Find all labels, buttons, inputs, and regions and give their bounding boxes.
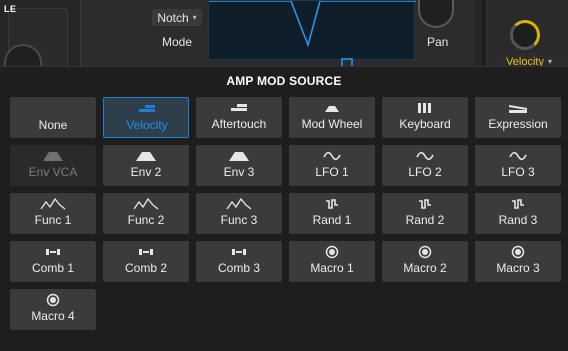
synth-panel-background: LE Notch ▾ Mode Pan Velocity ▾ (0, 0, 568, 82)
mod-wheel-icon (289, 101, 375, 115)
combinator-icon (10, 245, 96, 259)
random-step-icon (382, 197, 468, 211)
source-button-label: Comb 1 (31, 261, 75, 275)
source-button-label: Env VCA (28, 165, 78, 179)
source-button-expression[interactable]: Expression (475, 97, 561, 138)
source-button-label: Expression (488, 117, 548, 131)
source-button-label: LFO 1 (315, 165, 349, 179)
envelope-icon (10, 149, 96, 163)
source-button-velocity[interactable]: Velocity (103, 97, 189, 138)
source-button-lfo-3[interactable]: LFO 3 (475, 145, 561, 186)
expression-pedal-icon (475, 101, 561, 115)
source-button-env-3[interactable]: Env 3 (196, 145, 282, 186)
source-button-aftertouch[interactable]: Aftertouch (196, 97, 282, 138)
source-button-comb-3[interactable]: Comb 3 (196, 241, 282, 282)
combinator-icon (196, 245, 282, 259)
mode-label: Mode (162, 35, 193, 49)
source-button-label: Func 1 (34, 213, 72, 227)
source-button-label: None (38, 118, 68, 132)
envelope-icon (103, 149, 189, 163)
source-button-label: Macro 2 (403, 261, 447, 275)
macro-knob-icon (382, 245, 468, 259)
pan-label: Pan (427, 35, 449, 49)
source-button-label: LFO 2 (408, 165, 442, 179)
source-button-comb-2[interactable]: Comb 2 (103, 241, 189, 282)
source-button-lfo-1[interactable]: LFO 1 (289, 145, 375, 186)
combinator-icon (103, 245, 189, 259)
macro-knob-icon (289, 245, 375, 259)
velocity-icon (104, 102, 190, 116)
source-button-macro-2[interactable]: Macro 2 (382, 241, 468, 282)
function-curve-icon (103, 197, 189, 211)
filter-response-display (208, 0, 416, 60)
function-curve-icon (10, 197, 96, 211)
source-button-rand-3[interactable]: Rand 3 (475, 193, 561, 234)
source-button-func-1[interactable]: Func 1 (10, 193, 96, 234)
source-button-keyboard[interactable]: Keyboard (382, 97, 468, 138)
function-curve-icon (196, 197, 282, 211)
source-button-label: Velocity (126, 118, 168, 132)
source-button-label: Comb 3 (217, 261, 261, 275)
filter-curve-graph (209, 1, 416, 48)
filter-type-value: Notch (157, 10, 189, 25)
source-button-rand-2[interactable]: Rand 2 (382, 193, 468, 234)
aftertouch-icon (196, 101, 282, 115)
sine-wave-icon (382, 149, 468, 163)
chevron-down-icon: ▾ (192, 13, 197, 22)
filter-type-dropdown[interactable]: Notch ▾ (152, 9, 202, 26)
source-button-none[interactable]: None (10, 97, 96, 138)
sine-wave-icon (475, 149, 561, 163)
source-button-func-2[interactable]: Func 2 (103, 193, 189, 234)
source-button-label: Env 3 (223, 165, 255, 179)
source-button-label: Comb 2 (124, 261, 168, 275)
source-button-label: Aftertouch (211, 117, 267, 131)
source-button-lfo-2[interactable]: LFO 2 (382, 145, 468, 186)
source-button-label: Macro 1 (310, 261, 354, 275)
source-button-label: Macro 3 (496, 261, 540, 275)
panel-divider (482, 0, 485, 66)
keyboard-icon (382, 101, 468, 115)
amp-mod-source-popup: AMP MOD SOURCE None Velocity Aftertouch Mod… (0, 66, 568, 351)
source-button-comb-1[interactable]: Comb 1 (10, 241, 96, 282)
amp-mod-knob[interactable] (510, 20, 540, 50)
source-button-macro-3[interactable]: Macro 3 (475, 241, 561, 282)
display-toggle-icon[interactable] (341, 58, 353, 66)
source-button-env-2[interactable]: Env 2 (103, 145, 189, 186)
source-button-label: Mod Wheel (301, 117, 363, 131)
source-button-label: Env 2 (130, 165, 162, 179)
sine-wave-icon (289, 149, 375, 163)
source-button-macro-4[interactable]: Macro 4 (10, 289, 96, 330)
random-step-icon (475, 197, 561, 211)
section-label: LE (4, 4, 17, 14)
source-button-label: LFO 3 (501, 165, 535, 179)
source-button-macro-1[interactable]: Macro 1 (289, 241, 375, 282)
chevron-down-icon: ▾ (547, 57, 552, 66)
source-button-label: Rand 1 (312, 213, 352, 227)
source-button-env-vca[interactable]: Env VCA (10, 145, 96, 186)
source-button-label: Macro 4 (31, 309, 75, 323)
source-button-label: Func 3 (220, 213, 258, 227)
source-button-label: Rand 2 (405, 213, 445, 227)
popup-title: AMP MOD SOURCE (226, 74, 342, 88)
random-step-icon (289, 197, 375, 211)
source-button-mod-wheel[interactable]: Mod Wheel (289, 97, 375, 138)
source-button-label: Keyboard (399, 117, 451, 131)
source-button-label: Func 2 (127, 213, 165, 227)
source-button-label: Rand 3 (498, 213, 538, 227)
source-button-rand-1[interactable]: Rand 1 (289, 193, 375, 234)
macro-knob-icon (475, 245, 561, 259)
macro-knob-icon (10, 293, 96, 307)
envelope-icon (196, 149, 282, 163)
source-button-func-3[interactable]: Func 3 (196, 193, 282, 234)
